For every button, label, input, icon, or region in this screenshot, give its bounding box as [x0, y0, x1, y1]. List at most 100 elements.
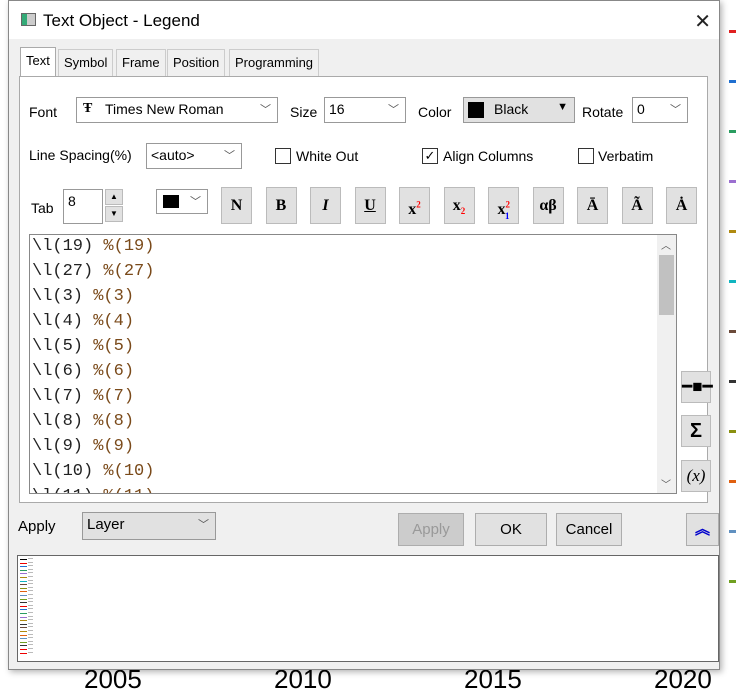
- preview-legend-text: [28, 576, 33, 577]
- tilde-format-button[interactable]: Ã: [621, 187, 653, 224]
- double-chevron-up-icon: ︽: [694, 521, 710, 538]
- line-spacing-select[interactable]: <auto> ﹀: [146, 143, 242, 169]
- subscript-format-button[interactable]: x2: [443, 187, 475, 224]
- preview-legend-text: [28, 626, 33, 628]
- apply-scope-value: Layer: [87, 516, 125, 533]
- legend-symbol-code: \l(27): [32, 262, 94, 281]
- color-select[interactable]: Black ▼: [463, 97, 575, 123]
- legend-symbol-code: \l(19): [32, 237, 94, 256]
- spin-up-button[interactable]: ▲: [105, 189, 123, 205]
- underline-format-button[interactable]: U: [354, 187, 386, 224]
- dialog-title: Text Object - Legend: [43, 11, 200, 30]
- truetype-icon: Ŧ: [83, 101, 93, 116]
- white-out-checkbox[interactable]: [275, 148, 291, 164]
- preview-legend-line: [20, 580, 27, 582]
- color-swatch: [468, 102, 484, 118]
- tab-symbol[interactable]: Symbol: [58, 49, 114, 76]
- legend-symbol-code: \l(4): [32, 312, 84, 331]
- preview-legend-text: [28, 590, 33, 592]
- tab-programming[interactable]: Programming: [229, 49, 320, 76]
- alignment-select[interactable]: ﹀: [156, 189, 208, 214]
- size-select[interactable]: 16 ﹀: [324, 97, 406, 123]
- preview-legend-text: [28, 651, 33, 653]
- font-value: Times New Roman: [105, 101, 224, 117]
- greek-format-button[interactable]: αβ: [532, 187, 564, 224]
- superscript-format-button[interactable]: x2: [399, 187, 430, 224]
- apply-scope-select[interactable]: Layer ﹀: [82, 512, 216, 540]
- preview-legend-text: [28, 630, 33, 631]
- tab-text[interactable]: Text: [20, 47, 56, 77]
- legend-text-editor[interactable]: \l(19) %(19) \l(27) %(27) \l(3) %(3) \l(4) …: [29, 234, 677, 494]
- dot-above-format-button[interactable]: Ȧ: [666, 187, 697, 224]
- spin-down-button[interactable]: ▼: [105, 206, 123, 222]
- bold-format-button[interactable]: B: [265, 187, 297, 224]
- legend-symbol-code: \l(5): [32, 337, 84, 356]
- size-label: Size: [290, 104, 318, 120]
- function-button[interactable]: (x): [681, 460, 711, 492]
- text-line: \l(27) %(27): [32, 262, 154, 281]
- chevron-down-icon: ﹀: [198, 519, 209, 531]
- scrollbar-thumb[interactable]: [659, 255, 674, 315]
- text-line: \l(3) %(3): [32, 287, 134, 306]
- preview-legend-text: [28, 568, 33, 570]
- font-select[interactable]: Ŧ Times New Roman ﹀: [76, 97, 278, 123]
- legend-text-code: %(6): [93, 362, 135, 381]
- preview-legend-line: [20, 613, 27, 614]
- background-line-segment: [729, 530, 736, 533]
- legend-symbol-code: \l(7): [32, 387, 84, 406]
- rotate-select[interactable]: 0 ﹀: [632, 97, 688, 123]
- preview-legend-text: [28, 601, 33, 603]
- overbar-format-button[interactable]: Ā: [577, 187, 608, 224]
- preview-legend-line: [20, 649, 27, 650]
- text-line: \l(4) %(4): [32, 312, 134, 331]
- text-line: \l(5) %(5): [32, 337, 134, 356]
- preview-legend-text: [28, 637, 33, 639]
- legend-symbol-code: \l(9): [32, 437, 84, 456]
- chevron-down-icon: ﹀: [224, 150, 235, 162]
- vertical-scrollbar[interactable]: ︿ ﹀: [657, 235, 676, 493]
- preview-legend-text: [28, 583, 33, 585]
- align-columns-checkbox[interactable]: ✓: [422, 148, 438, 164]
- subscript-icon: x2: [452, 197, 466, 217]
- white-out-label: White Out: [296, 148, 359, 164]
- legend-text-code: %(27): [103, 262, 155, 281]
- legend-text-code: %(3): [93, 287, 135, 306]
- sigma-button[interactable]: Σ: [681, 415, 711, 447]
- superscript-icon: x2: [408, 200, 421, 219]
- preview-legend-line: [20, 605, 27, 607]
- close-icon[interactable]: ✕: [694, 9, 711, 34]
- tab-size-input[interactable]: 8: [63, 189, 103, 224]
- legend-symbol-button[interactable]: ━■━: [681, 371, 713, 403]
- preview-legend-text: [28, 572, 33, 574]
- normal-format-button[interactable]: N: [221, 187, 252, 224]
- collapse-button[interactable]: ︽: [686, 513, 719, 546]
- background-line-segment: [729, 30, 736, 33]
- tab-frame[interactable]: Frame: [116, 49, 166, 76]
- overbar-icon: Ā: [586, 197, 599, 214]
- italic-format-button[interactable]: I: [310, 187, 341, 224]
- preview-legend-text: [28, 604, 33, 606]
- apply-button[interactable]: Apply: [398, 513, 464, 546]
- text-line: \l(10) %(10): [32, 462, 154, 481]
- background-line-segment: [729, 130, 736, 133]
- align-columns-label: Align Columns: [443, 148, 534, 164]
- background-line-segment: [729, 430, 736, 433]
- ok-button[interactable]: OK: [475, 513, 547, 546]
- preview-legend-line: [20, 602, 27, 604]
- text-line: \l(6) %(6): [32, 362, 134, 381]
- tilde-icon: Ã: [631, 197, 643, 214]
- scroll-up-icon[interactable]: ︿: [661, 237, 671, 252]
- super-subscript-format-button[interactable]: x21: [488, 187, 519, 224]
- cancel-button[interactable]: Cancel: [556, 513, 622, 546]
- text-line: \l(9) %(9): [32, 437, 134, 456]
- preview-legend-line: [20, 584, 27, 586]
- scroll-down-icon[interactable]: ﹀: [661, 476, 671, 491]
- preview-legend-text: [28, 608, 33, 610]
- verbatim-checkbox[interactable]: [578, 148, 594, 164]
- tab-position[interactable]: Position: [167, 49, 226, 76]
- preview-legend-line: [20, 569, 27, 571]
- preview-legend-line: [20, 623, 27, 625]
- preview-legend-line: [20, 591, 27, 593]
- preview-legend-text: [28, 622, 33, 624]
- background-line-segment: [729, 80, 736, 83]
